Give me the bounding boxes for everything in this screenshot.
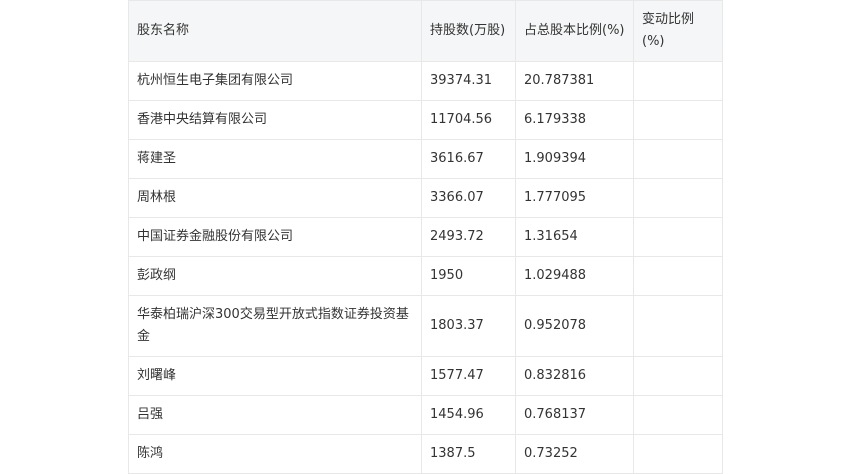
table-row: 彭政纲 1950 1.029488 (128, 256, 723, 296)
cell-ratio: 0.832816 (515, 356, 634, 396)
cell-name: 中国证券金融股份有限公司 (128, 217, 422, 257)
table-row: 蒋建圣 3616.67 1.909394 (128, 139, 723, 179)
cell-ratio: 6.179338 (515, 100, 634, 140)
cell-ratio: 1.777095 (515, 178, 634, 218)
cell-name: 刘曙峰 (128, 356, 422, 396)
cell-change (633, 217, 723, 257)
table-row: 周林根 3366.07 1.777095 (128, 178, 723, 218)
cell-name: 周林根 (128, 178, 422, 218)
cell-shares: 3366.07 (421, 178, 516, 218)
cell-shares: 1387.5 (421, 434, 516, 474)
cell-name: 吕强 (128, 395, 422, 435)
cell-ratio: 0.768137 (515, 395, 634, 435)
cell-name: 香港中央结算有限公司 (128, 100, 422, 140)
cell-change (633, 434, 723, 474)
cell-ratio: 1.029488 (515, 256, 634, 296)
cell-name: 蒋建圣 (128, 139, 422, 179)
cell-ratio: 1.31654 (515, 217, 634, 257)
cell-ratio: 1.909394 (515, 139, 634, 179)
table-row: 杭州恒生电子集团有限公司 39374.31 20.787381 (128, 61, 723, 101)
cell-change (633, 178, 723, 218)
cell-name: 陈鸿 (128, 434, 422, 474)
header-shares-held: 持股数(万股) (421, 0, 516, 62)
table-row: 刘曙峰 1577.47 0.832816 (128, 356, 723, 396)
cell-shares: 1803.37 (421, 295, 516, 357)
cell-name: 彭政纲 (128, 256, 422, 296)
table-row: 华泰柏瑞沪深300交易型开放式指数证券投资基金 1803.37 0.952078 (128, 295, 723, 357)
header-shareholder-name: 股东名称 (128, 0, 422, 62)
cell-change (633, 61, 723, 101)
cell-shares: 11704.56 (421, 100, 516, 140)
cell-shares: 2493.72 (421, 217, 516, 257)
table-row: 中国证券金融股份有限公司 2493.72 1.31654 (128, 217, 723, 257)
cell-change (633, 295, 723, 357)
shareholder-table-container: 股东名称 持股数(万股) 占总股本比例(%) 变动比例(%) 杭州恒生电子集团有… (128, 0, 723, 474)
shareholder-table: 股东名称 持股数(万股) 占总股本比例(%) 变动比例(%) 杭州恒生电子集团有… (128, 0, 723, 474)
cell-ratio: 20.787381 (515, 61, 634, 101)
cell-shares: 3616.67 (421, 139, 516, 179)
cell-shares: 1454.96 (421, 395, 516, 435)
cell-name: 杭州恒生电子集团有限公司 (128, 61, 422, 101)
cell-ratio: 0.73252 (515, 434, 634, 474)
cell-shares: 1577.47 (421, 356, 516, 396)
cell-change (633, 139, 723, 179)
cell-shares: 1950 (421, 256, 516, 296)
cell-change (633, 256, 723, 296)
cell-change (633, 395, 723, 435)
cell-change (633, 356, 723, 396)
cell-name: 华泰柏瑞沪深300交易型开放式指数证券投资基金 (128, 295, 422, 357)
cell-ratio: 0.952078 (515, 295, 634, 357)
cell-change (633, 100, 723, 140)
header-change-ratio: 变动比例(%) (633, 0, 723, 62)
table-row: 陈鸿 1387.5 0.73252 (128, 434, 723, 474)
header-share-ratio: 占总股本比例(%) (515, 0, 634, 62)
table-header-row: 股东名称 持股数(万股) 占总股本比例(%) 变动比例(%) (128, 0, 723, 62)
table-row: 香港中央结算有限公司 11704.56 6.179338 (128, 100, 723, 140)
cell-shares: 39374.31 (421, 61, 516, 101)
table-row: 吕强 1454.96 0.768137 (128, 395, 723, 435)
